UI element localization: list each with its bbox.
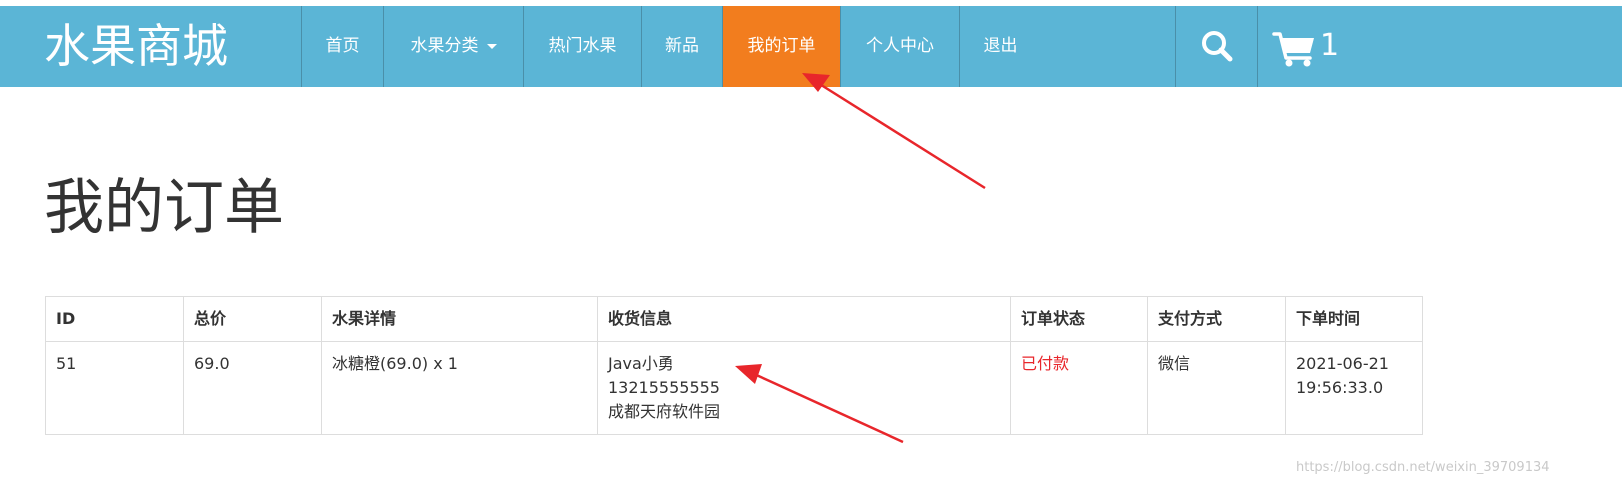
page: 水果商城 首页 水果分类 热门水果 新品 我的订单 个人中心 退出 1 我的订单… (0, 0, 1622, 503)
annotation-arrows (735, 73, 986, 444)
watermark: https://blog.csdn.net/weixin_39709134 (1296, 460, 1550, 475)
annotation-arrow-nav (802, 73, 986, 190)
annotation-arrow-shipping (735, 364, 904, 444)
